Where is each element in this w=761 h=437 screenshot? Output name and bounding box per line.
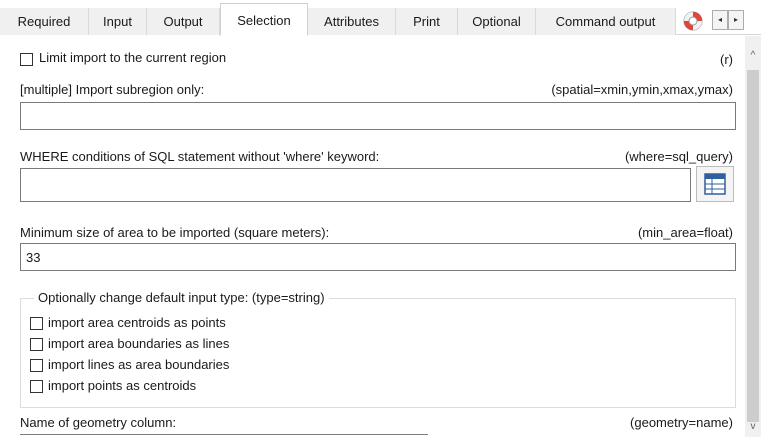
region-label: Limit import to the current region: [39, 50, 227, 65]
type-option-label-centroid: import points as centroids: [48, 378, 197, 393]
geometry-label: Name of geometry column:: [20, 415, 177, 430]
tab-scroll-right-button[interactable]: ▸: [728, 10, 744, 30]
tab-bar: Required Input Output Selection Attribut…: [0, 0, 761, 36]
geometry-input-edge[interactable]: [20, 434, 428, 435]
type-option-checkbox-centroid[interactable]: [30, 380, 43, 393]
where-label: WHERE conditions of SQL statement withou…: [20, 149, 380, 164]
type-option-label-line: import area boundaries as lines: [48, 336, 230, 351]
tab-selection[interactable]: Selection: [220, 3, 308, 36]
tab-optional[interactable]: Optional: [458, 8, 536, 35]
selection-panel: Limit import to the current region (r) […: [0, 36, 745, 437]
geometry-param: (geometry=name): [630, 415, 733, 430]
tab-print[interactable]: Print: [396, 8, 458, 35]
where-param: (where=sql_query): [624, 149, 733, 164]
input-type-legend: Optionally change default input type: (t…: [34, 290, 329, 305]
type-option-checkbox-point[interactable]: [30, 317, 43, 330]
region-param: (r): [720, 52, 733, 67]
tab-required[interactable]: Required: [0, 8, 89, 35]
type-option-checkbox-boundary[interactable]: [30, 359, 43, 372]
type-option-label-boundary: import lines as area boundaries: [48, 357, 230, 372]
scroll-down-arrow[interactable]: v: [747, 421, 759, 433]
sql-query-builder-button[interactable]: [696, 166, 734, 202]
where-input[interactable]: [20, 168, 691, 202]
tab-attributes[interactable]: Attributes: [308, 8, 396, 35]
spatial-param: (spatial=xmin,ymin,xmax,ymax): [551, 82, 733, 97]
min-area-input[interactable]: [20, 243, 736, 271]
scroll-up-arrow[interactable]: ^: [747, 50, 759, 62]
spatial-input[interactable]: [20, 102, 736, 130]
tab-command-output[interactable]: Command output: [536, 8, 676, 35]
table-icon: [704, 173, 726, 195]
min-area-param: (min_area=float): [637, 225, 733, 240]
min-area-label: Minimum size of area to be imported (squ…: [20, 225, 330, 240]
tab-input[interactable]: Input: [89, 8, 147, 35]
region-checkbox[interactable]: [20, 53, 33, 66]
lifebuoy-icon[interactable]: [682, 10, 704, 32]
tab-output[interactable]: Output: [147, 8, 220, 35]
vertical-scrollbar[interactable]: ^ v: [745, 36, 761, 437]
scrollbar-thumb[interactable]: [747, 70, 759, 422]
spatial-label: [multiple] Import subregion only:: [20, 82, 205, 97]
tab-scroll-left-button[interactable]: ◂: [712, 10, 728, 30]
type-option-checkbox-line[interactable]: [30, 338, 43, 351]
type-option-label-point: import area centroids as points: [48, 315, 226, 330]
